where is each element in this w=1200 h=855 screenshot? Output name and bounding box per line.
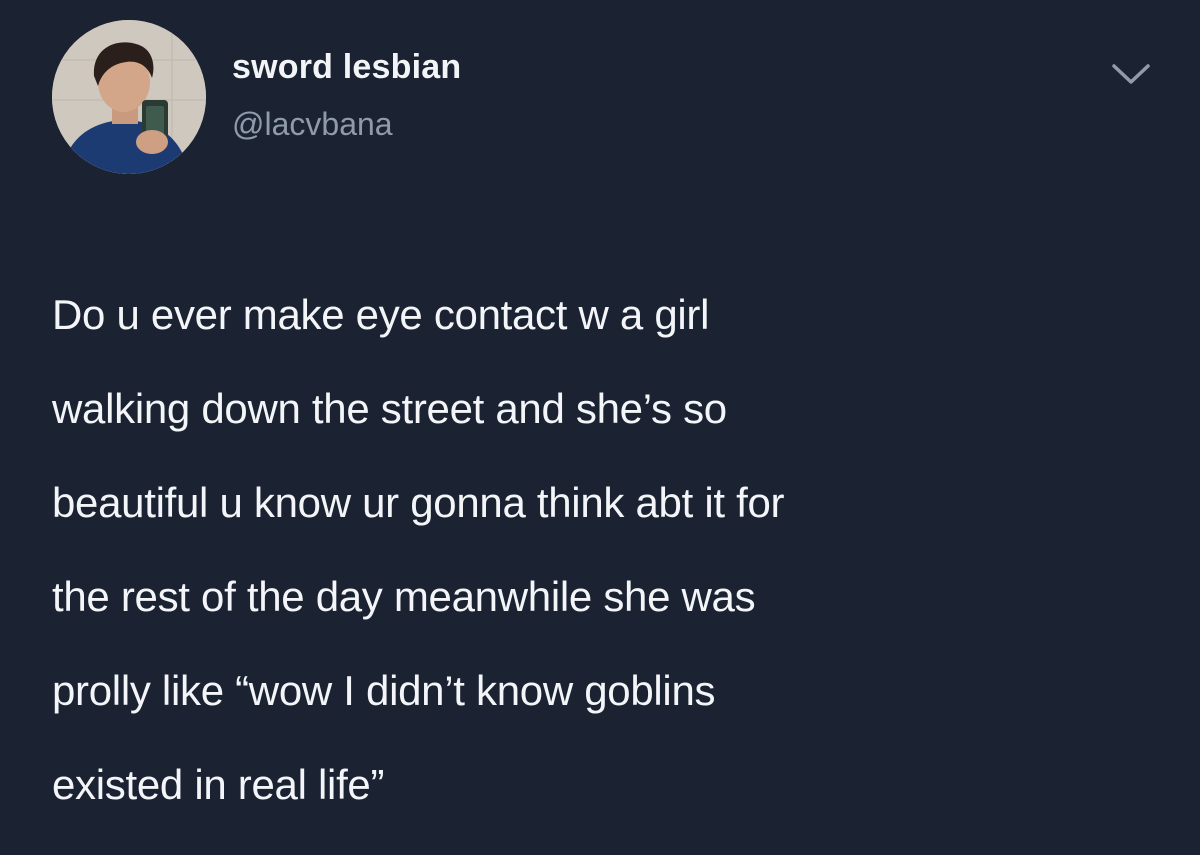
tweet-text: Do u ever make eye contact w a girl walk… <box>52 291 785 808</box>
tweet-card: sword lesbian @lacvbana Do u ever make e… <box>0 0 1200 855</box>
avatar[interactable] <box>52 20 206 174</box>
chevron-down-icon[interactable] <box>1108 58 1154 90</box>
display-name[interactable]: sword lesbian <box>232 48 461 87</box>
user-handle[interactable]: @lacvbana <box>232 106 393 143</box>
